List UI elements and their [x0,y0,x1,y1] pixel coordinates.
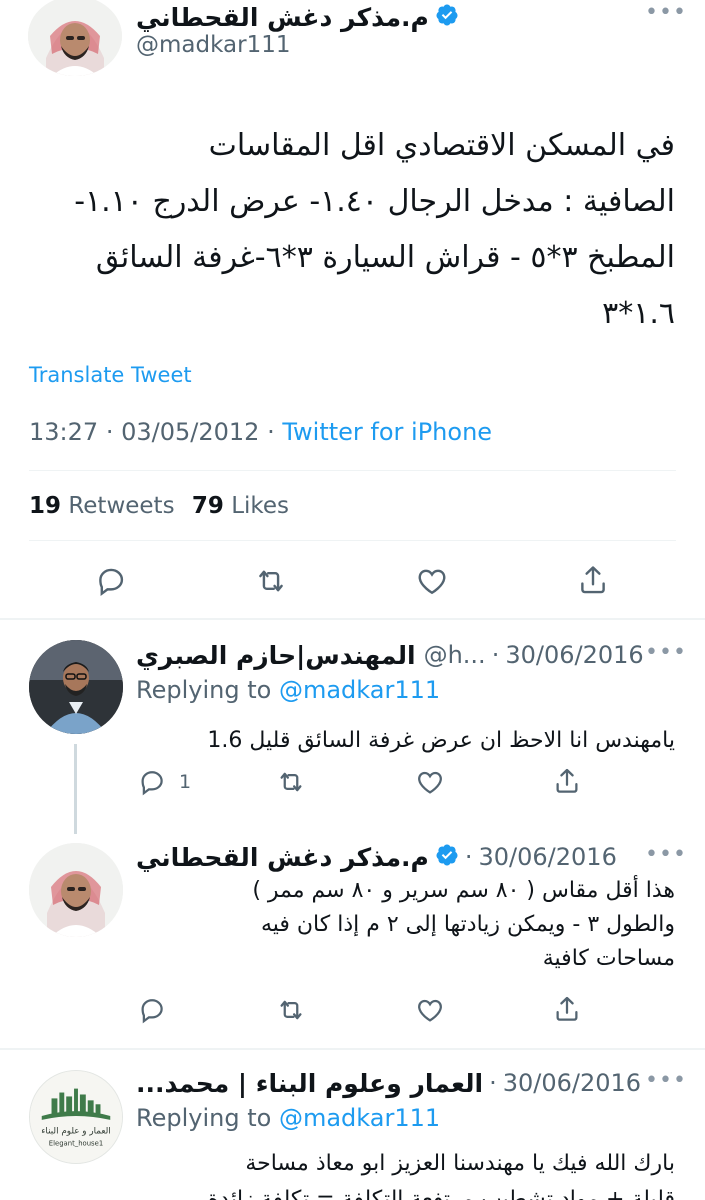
retweet-button[interactable] [275,995,307,1025]
meta-separator: · [491,641,500,669]
reply-header: م.مذكر دغش القحطاني · 30/06/2016 [136,840,617,874]
reply-count: 1 [179,771,192,793]
meta-separator: · [105,418,114,446]
avatar-image [29,640,123,734]
reply-text-line: يامهندس انا الاحظ ان عرض غرفة السائق قلي… [207,728,675,753]
likes-stat[interactable]: 79 Likes [192,493,289,519]
reply-text: يامهندس انا الاحظ ان عرض غرفة السائق قلي… [135,722,675,760]
retweets-count: 19 [29,493,62,519]
tweet-text-line: في المسكن الاقتصادي اقل المقاسات [208,128,675,163]
retweet-icon [259,570,283,592]
share-button[interactable] [552,993,582,1025]
like-button[interactable] [414,564,450,598]
retweets-label: Retweets [68,493,175,519]
more-options-icon[interactable]: ••• [645,1068,687,1093]
replying-to-handle[interactable]: @madkar111 [279,1104,440,1132]
reply-button[interactable]: 1 [137,767,191,797]
reply-date[interactable]: 30/06/2016 [503,1069,641,1097]
translate-tweet-link[interactable]: Translate Tweet [29,363,192,387]
more-options-icon[interactable]: ••• [645,842,687,867]
reply-text-line: مساحات كافية [542,946,675,971]
replying-to-prefix: Replying to [136,1104,272,1132]
more-options-icon[interactable]: ••• [645,0,687,25]
section-divider [0,1048,705,1050]
likes-label: Likes [231,493,290,519]
reply-text-line: هذا أقل مقاس ( ٨٠ سم سرير و ٨٠ سم ممر ) [252,878,675,903]
meta-separator: · [464,843,473,871]
share-button[interactable] [552,765,582,797]
reply-avatar[interactable] [29,640,123,734]
reply-text: هذا أقل مقاس ( ٨٠ سم سرير و ٨٠ سم ممر ) … [135,874,675,976]
avatar-image [28,0,122,76]
heart-icon [418,999,442,1022]
retweet-icon [280,1000,302,1020]
reply-button[interactable] [137,995,167,1025]
reply-header: المهندس|حازم الصبري @h... · 30/06/2016 [136,638,644,672]
logo-text: العمار و علوم البناء [41,1127,110,1137]
reply-date[interactable]: 30/06/2016 [479,843,617,871]
reply-icon [99,568,124,597]
heart-icon [418,569,446,595]
replying-to: Replying to @madkar111 [136,1104,440,1132]
divider [29,470,676,471]
replying-to-handle[interactable]: @madkar111 [279,676,440,704]
share-icon [556,768,578,793]
replying-to-prefix: Replying to [136,676,272,704]
tweet-text-line: المطبخ ٣*٥ - قراش السيارة ٣*٦-غرفة السائ… [95,240,675,275]
meta-separator: · [267,418,275,446]
tweet-source-link[interactable]: Twitter for iPhone [282,418,492,446]
tweet-time[interactable]: 13:27 [29,418,98,446]
reply-header: العمار وعلوم البناء | محمد... · 30/06/20… [136,1066,641,1100]
share-icon [556,996,578,1021]
share-icon [581,566,605,594]
reply-text-line: قليلة + مواد تشطيب مرتفعة التكلفة = تكلف… [207,1187,675,1200]
author-handle[interactable]: @madkar111 [136,32,290,58]
author-name-row[interactable]: م.مذكر دغش القحطاني [136,0,459,34]
author-name: م.مذكر دغش القحطاني [136,2,429,32]
reply-icon [141,999,163,1024]
reply-text-line: والطول ٣ - ويمكن زيادتها إلى ٢ م إذا كان… [260,912,675,937]
tweet-stats: 19 Retweets 79 Likes [29,493,289,519]
heart-icon [418,771,442,794]
more-options-icon[interactable]: ••• [645,640,687,665]
reply-author-name[interactable]: العمار وعلوم البناء | محمد... [136,1069,483,1098]
replying-to: Replying to @madkar111 [136,676,440,704]
tweet-text-line: الصافية : مدخل الرجال ١.٤٠- عرض الدرج ١.… [74,184,675,219]
retweet-icon [280,772,302,792]
author-avatar[interactable] [28,0,122,76]
meta-separator: · [489,1069,497,1097]
reply-button[interactable] [94,564,128,598]
tweet-text-line: ١.٦*٣ [602,296,675,331]
logo-image: العمار و علوم البناء Elegant_house1 [30,1071,122,1163]
reply-author-handle[interactable]: @h... [424,641,486,669]
logo-handle: Elegant_house1 [49,1139,103,1147]
like-button[interactable] [414,995,446,1025]
reply-icon [141,771,163,796]
verified-badge-icon [435,3,459,31]
thread-line [74,744,77,834]
reply-text: بارك الله فيك يا مهندسنا العزيز ابو معاذ… [135,1146,675,1200]
reply-avatar[interactable] [29,843,123,937]
divider [29,540,676,541]
tweet-date[interactable]: 03/05/2012 [121,418,259,446]
retweet-button[interactable] [253,564,289,598]
reply-date[interactable]: 30/06/2016 [505,641,643,669]
retweet-button[interactable] [275,767,307,797]
likes-count: 79 [191,493,224,519]
tweet-text: في المسكن الاقتصادي اقل المقاسات الصافية… [15,118,675,342]
share-button[interactable] [576,562,610,598]
avatar-image [29,843,123,937]
reply-text-line: بارك الله فيك يا مهندسنا العزيز ابو معاذ… [245,1151,675,1176]
section-divider [0,618,705,620]
reply-avatar[interactable]: العمار و علوم البناء Elegant_house1 [29,1070,123,1164]
verified-badge-icon [435,843,459,871]
like-button[interactable] [414,767,446,797]
reply-author-name[interactable]: المهندس|حازم الصبري [136,641,416,670]
retweets-stat[interactable]: 19 Retweets [29,493,182,519]
tweet-metadata: 13:27 · 03/05/2012 · Twitter for iPhone [29,418,492,446]
reply-author-name[interactable]: م.مذكر دغش القحطاني [136,843,429,872]
